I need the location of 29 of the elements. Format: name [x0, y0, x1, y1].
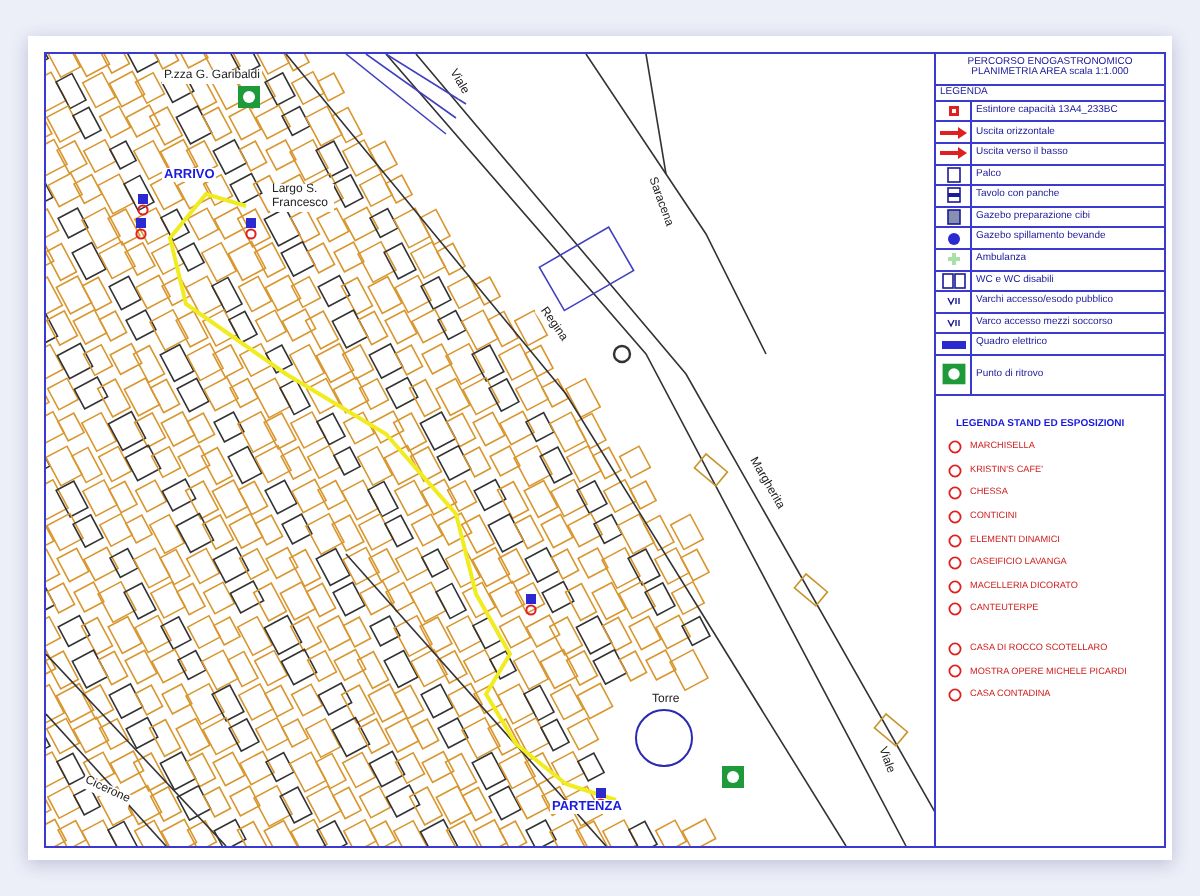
marker-icon	[525, 594, 537, 616]
extinguisher-icon	[948, 106, 958, 117]
table-icon	[946, 188, 960, 204]
panel-icon	[941, 340, 965, 349]
gate-icon	[946, 298, 959, 307]
tower-circle	[635, 709, 693, 767]
gate-icon	[946, 319, 959, 328]
stand-marker-icon	[948, 688, 962, 702]
meeting-point-icon	[722, 766, 744, 788]
gazebo-icon	[946, 209, 960, 225]
marker-icon	[245, 218, 257, 240]
square-icon	[946, 166, 960, 183]
stand-marker-icon	[948, 510, 962, 524]
dot-icon	[947, 232, 959, 245]
stand-marker-icon	[948, 603, 962, 617]
stand-marker-icon	[948, 440, 962, 454]
stand-marker-icon	[948, 556, 962, 570]
cross-icon	[947, 253, 959, 266]
wc-icon	[941, 272, 965, 289]
stand-marker-icon	[948, 533, 962, 547]
stand-marker-icon	[948, 463, 962, 477]
meeting-point-icon	[941, 364, 965, 386]
meeting-point-icon	[238, 86, 260, 108]
stand-marker-icon	[948, 665, 962, 679]
arrow-icon	[939, 126, 966, 139]
stand-marker-icon	[948, 579, 962, 593]
stand-marker-icon	[948, 642, 962, 656]
arrow-icon	[939, 147, 966, 160]
stand-marker-icon	[948, 487, 962, 501]
